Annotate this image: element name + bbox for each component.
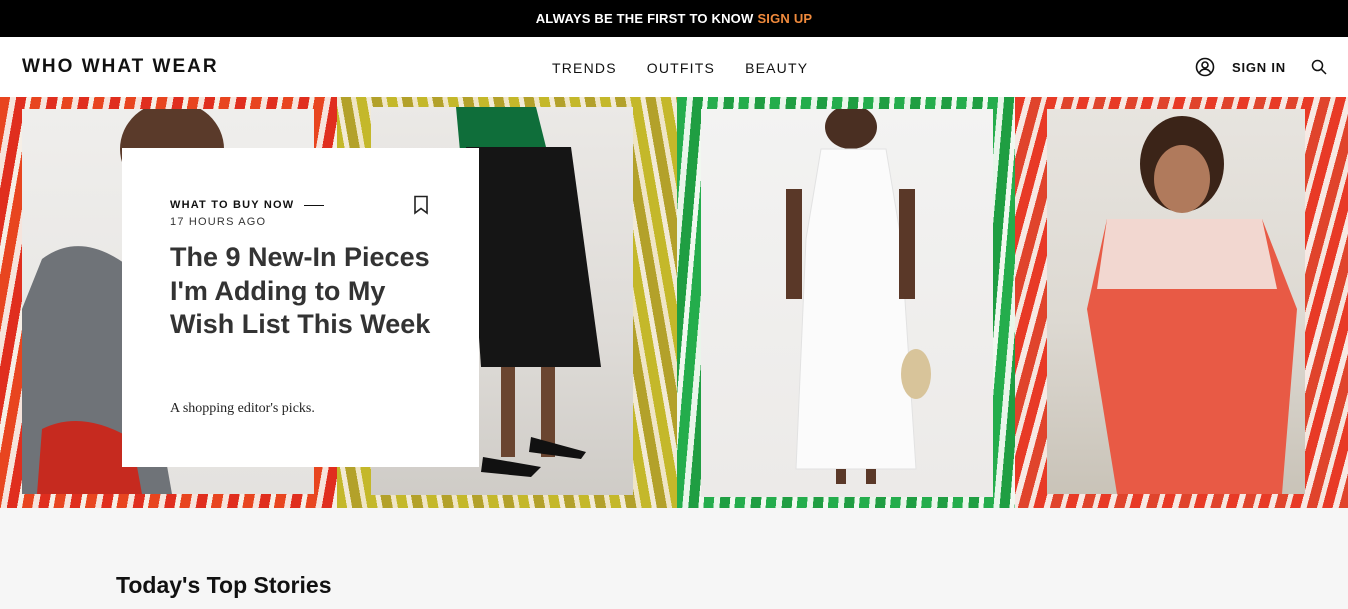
section-title: Today's Top Stories bbox=[116, 572, 332, 598]
article-category[interactable]: WHAT TO BUY NOW bbox=[170, 199, 325, 211]
featured-article-card[interactable]: WHAT TO BUY NOW 17 HOURS AGO The 9 New-I… bbox=[122, 148, 479, 467]
bookmark-icon[interactable] bbox=[412, 195, 430, 215]
nav-trends[interactable]: TRENDS bbox=[552, 60, 617, 76]
site-header: WHO WHAT WEAR TRENDS OUTFITS BEAUTY SIGN… bbox=[0, 37, 1348, 97]
sign-up-link[interactable]: SIGN UP bbox=[757, 11, 812, 26]
nav-outfits[interactable]: OUTFITS bbox=[647, 60, 715, 76]
category-divider bbox=[304, 204, 325, 206]
article-timestamp: 17 HOURS AGO bbox=[170, 216, 267, 228]
hero-panel-4 bbox=[1015, 97, 1348, 508]
model-print-dress-photo bbox=[1047, 109, 1305, 494]
category-label[interactable]: WHAT TO BUY NOW bbox=[170, 199, 294, 211]
nav-beauty[interactable]: BEAUTY bbox=[745, 60, 808, 76]
user-circle-icon[interactable] bbox=[1194, 56, 1216, 78]
main-nav: TRENDS OUTFITS BEAUTY bbox=[552, 60, 838, 76]
article-headline[interactable]: The 9 New-In Pieces I'm Adding to My Wis… bbox=[170, 241, 440, 342]
promo-text: ALWAYS BE THE FIRST TO KNOW bbox=[535, 11, 754, 26]
magnifier-icon[interactable] bbox=[1310, 58, 1328, 76]
hero-panel-3 bbox=[677, 97, 1015, 508]
promo-banner: ALWAYS BE THE FIRST TO KNOW SIGN UP bbox=[0, 0, 1348, 37]
header-actions: SIGN IN bbox=[1194, 56, 1328, 78]
site-logo[interactable]: WHO WHAT WEAR bbox=[22, 56, 219, 78]
article-dek: A shopping editor's picks. bbox=[170, 401, 315, 416]
model-white-dress-photo bbox=[701, 109, 993, 497]
top-stories-section: Today's Top Stories bbox=[0, 508, 1348, 609]
sign-in-link[interactable]: SIGN IN bbox=[1232, 60, 1286, 75]
